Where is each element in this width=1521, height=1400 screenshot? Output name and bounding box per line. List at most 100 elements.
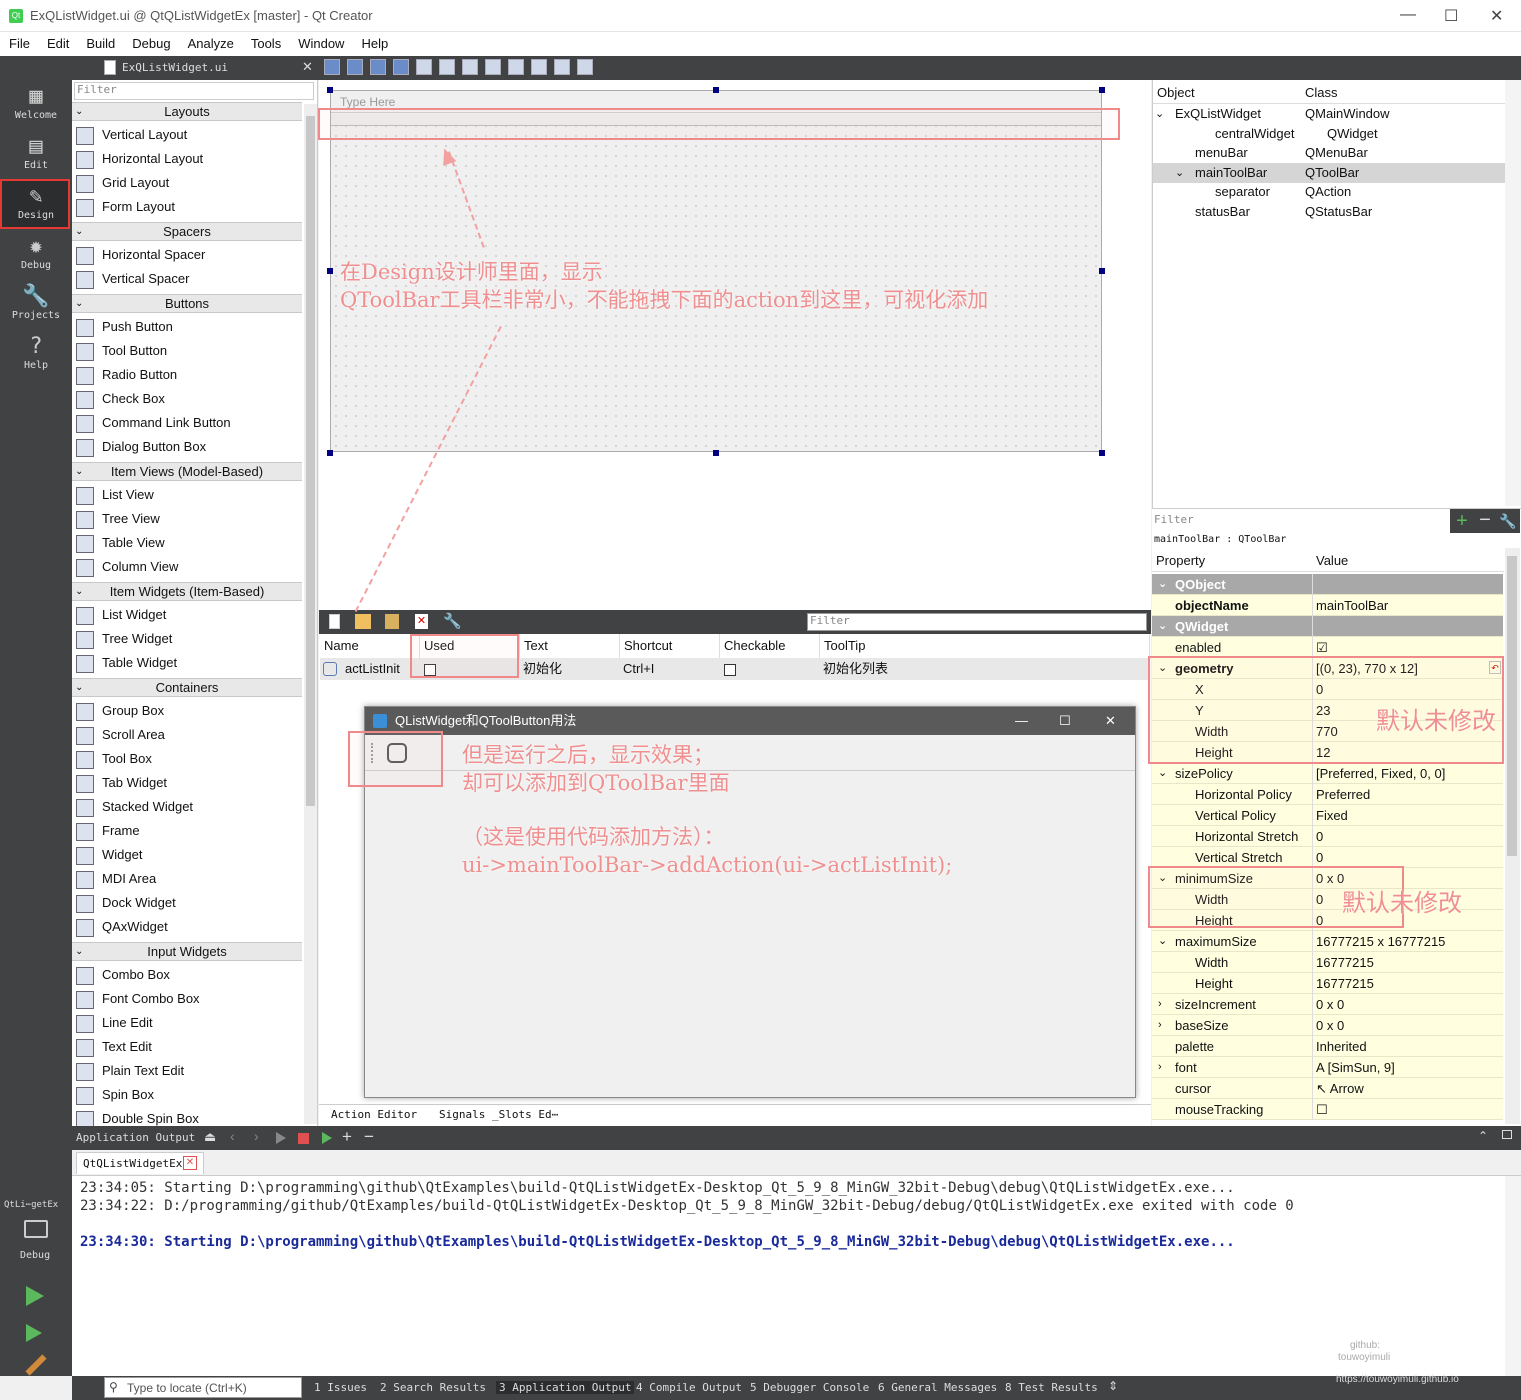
zoom-in-icon[interactable]: + [342, 1127, 352, 1147]
monitor-icon[interactable] [24, 1220, 48, 1238]
widget-category[interactable]: ⌄ Item Widgets (Item-Based) [72, 582, 302, 601]
action-name[interactable]: actListInit [345, 659, 400, 679]
next-icon[interactable]: › [254, 1128, 259, 1144]
property-row[interactable]: mouseTracking ☐ [1152, 1099, 1503, 1120]
property-value[interactable]: 16777215 [1316, 952, 1374, 973]
prev-icon[interactable]: ‹ [230, 1128, 235, 1144]
menu-edit[interactable]: Edit [38, 32, 77, 51]
expand-arrow-icon[interactable]: ⌄ [1158, 574, 1167, 595]
collapse-arrow-icon[interactable]: ⌄ [75, 583, 83, 600]
widget-item[interactable]: Font Combo Box [76, 988, 302, 1012]
property-row[interactable]: ⌄ maximumSize 16777215 x 16777215 [1152, 931, 1503, 952]
locator-input[interactable]: ⚲ Type to locate (Ctrl+K) [104, 1377, 302, 1398]
widget-item[interactable]: Form Layout [76, 196, 302, 220]
action-header-text[interactable]: Text [520, 634, 620, 658]
widget-item[interactable]: Tree Widget [76, 628, 302, 652]
layout-tool-icon[interactable] [324, 59, 340, 75]
status-pane-1[interactable]: 1 Issues [314, 1381, 367, 1394]
widget-item[interactable]: Command Link Button [76, 412, 302, 436]
debug-attach-icon[interactable] [322, 1132, 332, 1144]
scrollbar-thumb[interactable] [306, 116, 315, 806]
widget-item[interactable]: Widget [76, 844, 302, 868]
more-panes-icon[interactable]: ⇕ [1108, 1379, 1118, 1393]
type-here-placeholder[interactable]: Type Here [340, 95, 395, 109]
status-pane-7[interactable]: 8 Test Results [1005, 1381, 1098, 1394]
property-row[interactable]: › font A [SimSun, 9] [1152, 1057, 1503, 1078]
property-value[interactable]: 0 [1316, 826, 1323, 847]
property-value[interactable]: [Preferred, Fixed, 0, 0] [1316, 763, 1445, 784]
resize-handle-b[interactable] [713, 450, 719, 456]
widget-item[interactable]: Tool Box [76, 748, 302, 772]
widget-item[interactable]: Line Edit [76, 1012, 302, 1036]
layout-tool-icon[interactable] [531, 59, 547, 75]
widget-item[interactable]: Push Button [76, 316, 302, 340]
widget-item[interactable]: Scroll Area [76, 724, 302, 748]
resize-handle-tl[interactable] [327, 87, 333, 93]
property-row[interactable]: ⌄ QWidget [1152, 616, 1503, 637]
resize-handle-t[interactable] [713, 87, 719, 93]
menu-debug[interactable]: Debug [123, 32, 178, 51]
property-row[interactable]: cursor ↖ Arrow [1152, 1078, 1503, 1099]
widget-item[interactable]: Horizontal Layout [76, 148, 302, 172]
oi-row-centralwidget[interactable]: centralWidget QWidget [1153, 124, 1505, 144]
configure-icon[interactable]: 🔧 [443, 612, 462, 630]
status-pane-2[interactable]: 2 Search Results [380, 1381, 486, 1394]
property-value[interactable]: ↖ Arrow [1316, 1078, 1364, 1099]
menu-file[interactable]: File [0, 32, 38, 51]
widget-item[interactable]: Combo Box [76, 964, 302, 988]
layout-tool-icon[interactable] [439, 59, 455, 75]
property-value[interactable]: 0 x 0 [1316, 994, 1344, 1015]
widget-item[interactable]: Plain Text Edit [76, 1060, 302, 1084]
paste-action-icon[interactable] [385, 614, 399, 629]
oi-row-separator[interactable]: separator QAction [1153, 182, 1505, 202]
menu-window[interactable]: Window [289, 32, 352, 51]
mode-help[interactable]: ? Help [0, 334, 72, 382]
property-value[interactable]: ☑ [1316, 637, 1328, 658]
remove-property-icon[interactable]: − [1474, 509, 1496, 533]
status-pane-4[interactable]: 4 Compile Output [636, 1381, 742, 1394]
property-row[interactable]: Horizontal Stretch 0 [1152, 826, 1503, 847]
oi-row-statusbar[interactable]: statusBar QStatusBar [1153, 202, 1505, 222]
resize-handle-br[interactable] [1099, 450, 1105, 456]
widget-item[interactable]: Stacked Widget [76, 796, 302, 820]
maximize-button[interactable]: ☐ [1444, 6, 1458, 26]
collapse-arrow-icon[interactable]: ⌄ [75, 223, 83, 240]
add-property-icon[interactable]: + [1450, 509, 1474, 533]
menu-help[interactable]: Help [352, 32, 396, 51]
action-header-name[interactable]: Name [320, 634, 420, 658]
property-value[interactable]: 16777215 x 16777215 [1316, 931, 1445, 952]
widget-item[interactable]: Table View [76, 532, 302, 556]
layout-tool-icon[interactable] [577, 59, 593, 75]
layout-tool-icon[interactable] [554, 59, 570, 75]
property-value[interactable]: ☐ [1316, 1099, 1328, 1120]
collapse-arrow-icon[interactable]: ⌄ [75, 103, 83, 120]
widget-item[interactable]: Radio Button [76, 364, 302, 388]
property-row[interactable]: Vertical Stretch 0 [1152, 847, 1503, 868]
widget-item[interactable]: Dock Widget [76, 892, 302, 916]
property-row[interactable]: palette Inherited [1152, 1036, 1503, 1057]
zoom-out-icon[interactable]: − [364, 1127, 374, 1147]
expand-arrow-icon[interactable]: › [1158, 994, 1162, 1015]
resize-handle-r[interactable] [1099, 268, 1105, 274]
widget-item[interactable]: Vertical Spacer [76, 268, 302, 292]
widget-item[interactable]: Text Edit [76, 1036, 302, 1060]
expand-arrow-icon[interactable]: › [1158, 1057, 1162, 1078]
stop-icon[interactable] [298, 1133, 309, 1144]
action-header-checkable[interactable]: Checkable [720, 634, 820, 658]
layout-tool-icon[interactable] [462, 59, 478, 75]
tab-action-editor[interactable]: Action Editor [331, 1108, 417, 1121]
resize-handle-bl[interactable] [327, 450, 333, 456]
widget-item[interactable]: Vertical Layout [76, 124, 302, 148]
run-close-button[interactable]: ✕ [1105, 707, 1116, 735]
widget-category[interactable]: ⌄ Layouts [72, 102, 302, 121]
widget-item[interactable]: MDI Area [76, 868, 302, 892]
widget-category[interactable]: ⌄ Item Views (Model-Based) [72, 462, 302, 481]
widget-item[interactable]: Dialog Button Box [76, 436, 302, 460]
collapse-arrow-icon[interactable]: ⌄ [75, 463, 83, 480]
resize-handle-tr[interactable] [1099, 87, 1105, 93]
run-icon[interactable] [26, 1286, 44, 1306]
widget-category[interactable]: ⌄ Input Widgets [72, 942, 302, 961]
widget-item[interactable]: List View [76, 484, 302, 508]
property-value[interactable]: 0 [1316, 847, 1323, 868]
layout-tool-icon[interactable] [416, 59, 432, 75]
